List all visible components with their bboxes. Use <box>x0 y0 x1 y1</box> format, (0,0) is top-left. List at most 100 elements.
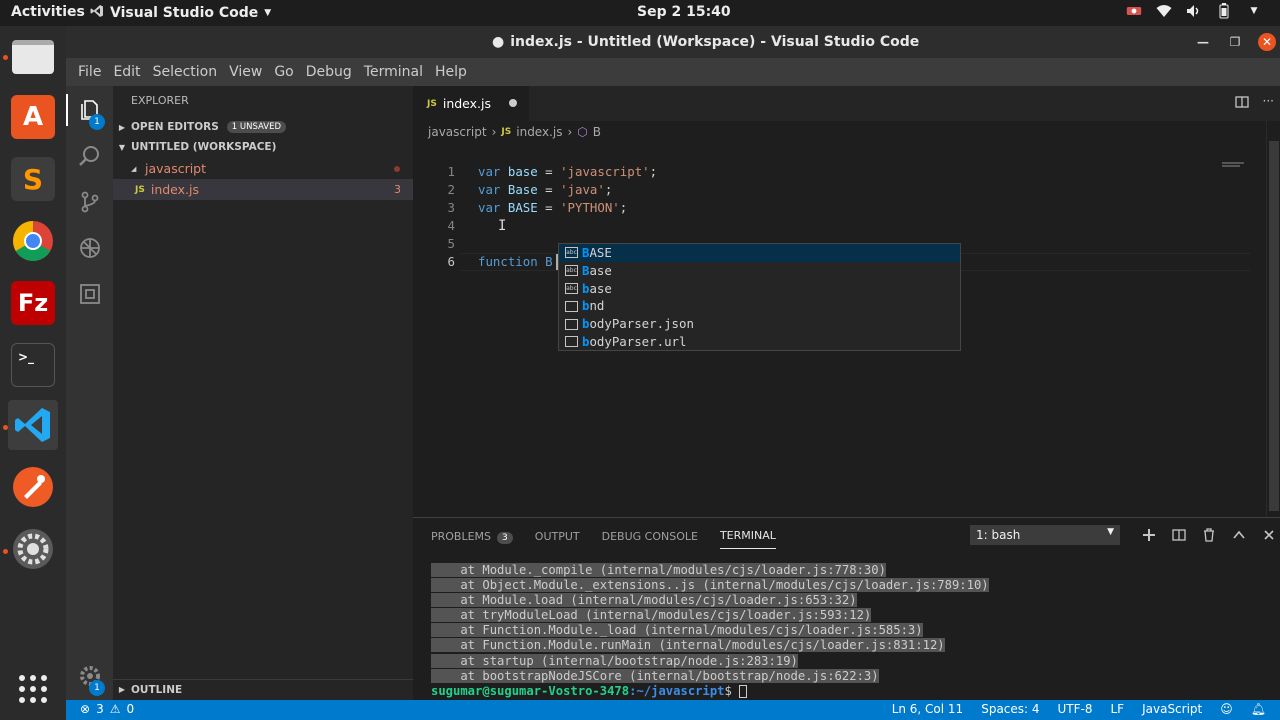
identifier: base <box>507 164 538 179</box>
title-bar[interactable]: ● index.js - Untitled (Workspace) - Visu… <box>66 26 1280 58</box>
terminal-output[interactable]: at Module._compile (internal/modules/cjs… <box>431 563 1257 699</box>
more-actions-icon[interactable]: ··· <box>1263 94 1274 113</box>
menu-selection[interactable]: Selection <box>147 64 224 80</box>
tab-problems[interactable]: PROBLEMS 3 <box>431 530 513 544</box>
minimize-icon[interactable]: — <box>1194 33 1212 51</box>
suggestion-rest: ase <box>589 262 612 278</box>
clock[interactable]: Sep 2 15:40 <box>637 4 731 20</box>
menu-go[interactable]: Go <box>268 64 299 80</box>
indentation[interactable]: Spaces: 4 <box>981 702 1039 716</box>
settings-app-icon[interactable] <box>8 524 58 574</box>
terminal-icon[interactable]: >_ <box>8 340 58 390</box>
suggestion-item[interactable]: abc B ASE <box>559 244 960 262</box>
text-cursor-icon: I <box>498 218 507 234</box>
app-menu[interactable]: Visual Studio Code ▼ <box>90 4 271 22</box>
split-editor-icon[interactable] <box>1234 94 1249 113</box>
filezilla-icon[interactable]: Fz <box>8 278 58 328</box>
chrome-icon[interactable] <box>8 216 58 266</box>
suggestion-rest: nd <box>589 298 605 314</box>
menu-bar: File Edit Selection View Go Debug Termin… <box>66 58 1280 86</box>
sublime-text-icon[interactable]: S <box>8 154 58 204</box>
restore-icon[interactable]: ❐ <box>1226 33 1244 51</box>
menu-edit[interactable]: Edit <box>107 64 146 80</box>
breadcrumb-symbol[interactable]: B <box>593 125 601 139</box>
unsaved-dot-icon[interactable] <box>509 99 517 107</box>
breadcrumb-folder[interactable]: javascript <box>428 125 487 139</box>
system-tray[interactable]: ▼ <box>1126 3 1262 19</box>
suggestion-rest: ase <box>589 280 612 296</box>
close-icon[interactable]: ✕ <box>1258 33 1276 51</box>
tab-output[interactable]: OUTPUT <box>535 530 580 543</box>
editor-scrollbar[interactable] <box>1266 121 1280 517</box>
error-count: 3 <box>96 702 104 716</box>
bottom-panel: PROBLEMS 3 OUTPUT DEBUG CONSOLE TERMINAL … <box>413 517 1280 700</box>
menu-help[interactable]: Help <box>429 64 473 80</box>
recording-icon[interactable] <box>1126 3 1142 19</box>
editor-actions: ··· <box>1234 94 1280 113</box>
menu-view[interactable]: View <box>223 64 268 80</box>
volume-icon[interactable] <box>1186 3 1202 19</box>
language-mode[interactable]: JavaScript <box>1142 702 1202 716</box>
unsaved-badge: 1 UNSAVED <box>226 121 287 133</box>
battery-icon[interactable] <box>1216 3 1232 19</box>
status-bar: ⊗ 3 ⚠ 0 Ln 6, Col 11 Spaces: 4 UTF-8 LF … <box>66 700 1280 720</box>
activities-button[interactable]: Activities <box>11 4 85 20</box>
breadcrumb-file[interactable]: index.js <box>516 125 562 139</box>
files-app-icon[interactable] <box>8 32 58 82</box>
js-file-icon: JS <box>501 127 512 137</box>
terminal-select[interactable]: 1: bash ▼ <box>970 525 1120 545</box>
keyword: var <box>478 164 501 179</box>
problems-status[interactable]: ⊗ 3 ⚠ 0 <box>80 702 134 716</box>
extensions-icon[interactable] <box>76 280 104 308</box>
suggest-widget: abc B ASE abc Base abc b ase b nd b odyParse… <box>558 243 961 351</box>
code-line: 3 var BASE = 'PYTHON'; <box>413 199 1280 217</box>
menu-debug[interactable]: Debug <box>300 64 358 80</box>
software-center-icon[interactable]: A <box>8 92 58 142</box>
vscode-icon[interactable] <box>8 400 58 450</box>
suggestion-item[interactable]: abc Base <box>559 262 960 280</box>
tab-debug-console[interactable]: DEBUG CONSOLE <box>602 530 698 543</box>
suggestion-item[interactable]: abc b ase <box>559 280 960 298</box>
suggestion-match: b <box>582 280 590 296</box>
menu-file[interactable]: File <box>72 64 107 80</box>
close-panel-icon[interactable] <box>1262 527 1276 546</box>
tab-terminal[interactable]: TERMINAL <box>719 529 776 549</box>
suggestion-item[interactable]: b nd <box>559 297 960 315</box>
workspace-section[interactable]: ▼ UNTITLED (WORKSPACE) <box>113 137 413 157</box>
prompt-path: :~/javascript <box>629 683 725 698</box>
feedback-smiley-icon[interactable]: ☺ <box>1220 702 1233 716</box>
file-index-js[interactable]: JS index.js 3 <box>113 179 413 200</box>
terminal-line: at Module._compile (internal/modules/cjs… <box>431 563 886 577</box>
new-terminal-icon[interactable] <box>1142 527 1156 546</box>
maximize-panel-icon[interactable] <box>1232 527 1246 546</box>
menu-terminal[interactable]: Terminal <box>358 64 429 80</box>
scrollbar-thumb[interactable] <box>1269 141 1279 511</box>
line-number: 4 <box>447 218 455 233</box>
wifi-icon[interactable] <box>1156 3 1172 19</box>
source-control-icon[interactable] <box>76 188 104 216</box>
suggestion-item[interactable]: b odyParser.json <box>559 315 960 333</box>
system-menu-chevron-icon[interactable]: ▼ <box>1246 3 1262 19</box>
unsaved-dot: ● <box>492 34 505 50</box>
line-ending[interactable]: LF <box>1111 702 1125 716</box>
encoding[interactable]: UTF-8 <box>1058 702 1093 716</box>
desktop: Activities Visual Studio Code ▼ Sep 2 15… <box>0 0 1280 720</box>
split-terminal-icon[interactable] <box>1172 527 1186 546</box>
search-icon[interactable] <box>76 142 104 170</box>
show-applications-icon[interactable] <box>8 664 58 714</box>
error-icon: ⊗ <box>80 702 91 716</box>
open-editors-section[interactable]: ▶ OPEN EDITORS 1 UNSAVED <box>113 117 413 137</box>
suggestion-item[interactable]: b odyParser.url <box>559 333 960 351</box>
notifications-bell-icon[interactable]: 🔔︎ <box>1251 702 1266 716</box>
trash-icon[interactable] <box>1202 527 1216 546</box>
debug-icon[interactable] <box>76 234 104 262</box>
suggestion-match: b <box>582 316 590 332</box>
suggestion-rest: odyParser.json <box>589 316 694 332</box>
outline-section[interactable]: ▶ OUTLINE <box>113 679 413 699</box>
tab-index-js[interactable]: JS index.js <box>413 86 529 121</box>
cursor-position[interactable]: Ln 6, Col 11 <box>892 702 964 716</box>
postman-icon[interactable] <box>8 462 58 512</box>
semicolon: ; <box>619 200 628 215</box>
chevron-right-icon: › <box>491 125 497 139</box>
folder-javascript[interactable]: ◢ javascript <box>113 158 413 179</box>
